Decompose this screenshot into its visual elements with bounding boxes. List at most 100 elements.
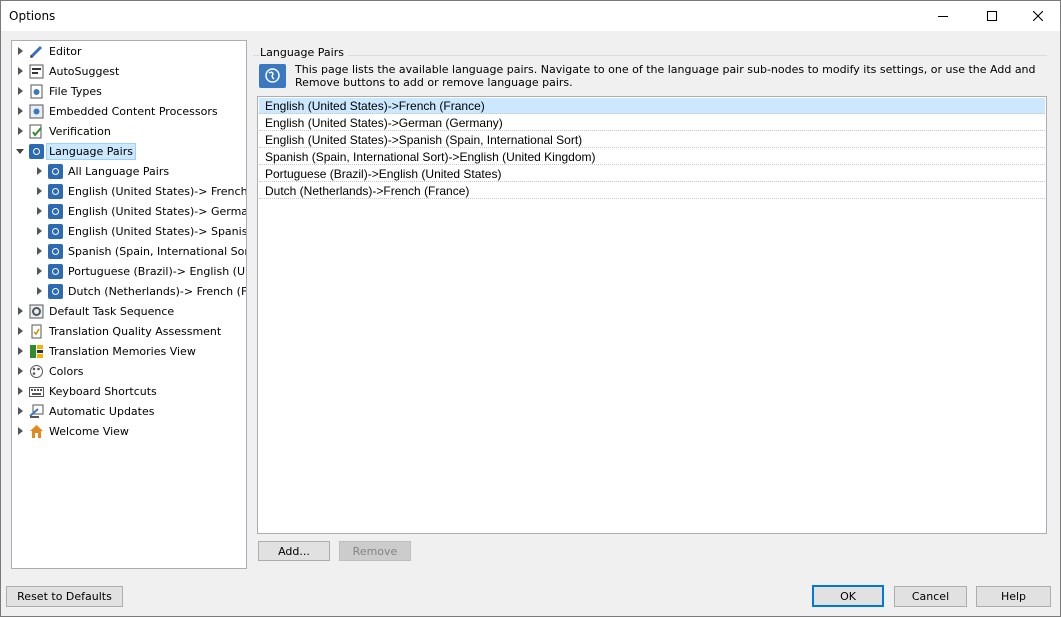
tree-item-welcome-view[interactable]: Welcome View <box>16 421 129 441</box>
expand-arrow-icon[interactable] <box>37 167 42 175</box>
add-button[interactable]: Add... <box>258 541 330 561</box>
tree-item-label: File Types <box>49 84 102 98</box>
language-pair-icon <box>48 283 63 299</box>
expand-arrow-icon[interactable] <box>18 127 23 135</box>
tree-subitem-pt-br-en-us[interactable]: Portuguese (Brazil)-> English (Unit <box>35 261 247 281</box>
task-sequence-icon <box>29 304 44 319</box>
tree-item-translation-quality-assessment[interactable]: Translation Quality Assessment <box>16 321 221 341</box>
title-bar[interactable]: Options <box>1 1 1060 31</box>
tree-item-translation-memories-view[interactable]: Translation Memories View <box>16 341 196 361</box>
expand-arrow-icon[interactable] <box>18 427 23 435</box>
tree-item-default-task-sequence[interactable]: Default Task Sequence <box>16 301 174 321</box>
language-pair-icon <box>48 203 63 219</box>
expand-arrow-icon[interactable] <box>37 287 42 295</box>
help-button[interactable]: Help <box>976 586 1051 607</box>
expand-arrow-icon[interactable] <box>37 187 42 195</box>
options-tree[interactable]: Editor AutoSuggest File Types Embedded C… <box>11 40 247 569</box>
tree-item-colors[interactable]: Colors <box>16 361 83 381</box>
tree-item-automatic-updates[interactable]: Automatic Updates <box>16 401 154 421</box>
language-pair-icon <box>48 163 63 179</box>
tree-subitem-es-es-en-gb[interactable]: Spanish (Spain, International Sort) <box>35 241 247 261</box>
options-dialog: Options Editor AutoSuggest File Types Em… <box>0 0 1061 617</box>
tree-item-label: AutoSuggest <box>49 64 120 78</box>
tree-subitem-label: Dutch (Netherlands)-> French (Fra <box>68 284 247 298</box>
cancel-button[interactable]: Cancel <box>894 586 967 607</box>
tree-subitem-en-us-es-es[interactable]: English (United States)-> Spanish ( <box>35 221 246 241</box>
expand-arrow-icon[interactable] <box>37 267 42 275</box>
pencil-icon <box>29 44 44 59</box>
close-icon <box>1033 11 1043 21</box>
tree-item-label: Colors <box>49 364 84 378</box>
expand-arrow-icon[interactable] <box>18 367 23 375</box>
info-description: This page lists the available language p… <box>295 63 1036 89</box>
expand-arrow-icon[interactable] <box>37 207 42 215</box>
updates-icon <box>29 404 44 419</box>
tree-item-label: Welcome View <box>49 424 129 438</box>
tree-item-autosuggest[interactable]: AutoSuggest <box>16 61 119 81</box>
expand-arrow-icon[interactable] <box>18 67 23 75</box>
expand-arrow-icon[interactable] <box>18 87 23 95</box>
language-pair-icon <box>48 183 63 199</box>
list-item[interactable]: Spanish (Spain, International Sort)->Eng… <box>259 149 1045 165</box>
language-pair-icon <box>48 263 63 279</box>
tree-item-language-pairs[interactable]: Language Pairs <box>16 141 136 161</box>
tree-item-label: Keyboard Shortcuts <box>49 384 157 398</box>
file-types-icon <box>29 84 44 99</box>
expand-arrow-icon[interactable] <box>18 107 23 115</box>
list-item[interactable]: English (United States)->German (Germany… <box>259 115 1045 131</box>
list-item[interactable]: Dutch (Netherlands)->French (France) <box>259 183 1045 199</box>
minimize-icon <box>938 16 948 17</box>
maximize-button[interactable] <box>969 1 1015 31</box>
group-divider <box>253 55 1047 56</box>
tree-item-file-types[interactable]: File Types <box>16 81 102 101</box>
tree-item-label: Editor <box>49 44 82 58</box>
list-item[interactable]: English (United States)->French (France) <box>259 98 1045 114</box>
list-item[interactable]: English (United States)->Spanish (Spain,… <box>259 132 1045 148</box>
expand-arrow-icon[interactable] <box>18 407 23 415</box>
tree-item-keyboard-shortcuts[interactable]: Keyboard Shortcuts <box>16 381 157 401</box>
minimize-button[interactable] <box>920 1 966 31</box>
tree-subitem-en-us-fr-fr[interactable]: English (United States)-> French (F <box>35 181 247 201</box>
tree-subitem-label: English (United States)-> German ( <box>68 204 247 218</box>
tree-item-label: Translation Quality Assessment <box>49 324 222 338</box>
tree-item-editor[interactable]: Editor <box>16 41 82 61</box>
expand-arrow-icon[interactable] <box>37 227 42 235</box>
tree-subitem-label: Spanish (Spain, International Sort) <box>68 244 247 258</box>
reset-to-defaults-button[interactable]: Reset to Defaults <box>6 586 123 607</box>
tree-item-label: Verification <box>49 124 111 138</box>
tree-item-verification[interactable]: Verification <box>16 121 111 141</box>
expand-arrow-icon[interactable] <box>37 247 42 255</box>
tree-item-label: Automatic Updates <box>49 404 155 418</box>
tree-item-label: Language Pairs <box>46 142 136 160</box>
keyboard-icon <box>29 384 44 399</box>
tree-subitem-label: English (United States)-> French (F <box>68 184 247 198</box>
palette-icon <box>29 364 44 379</box>
list-item[interactable]: Portuguese (Brazil)->English (United Sta… <box>259 166 1045 182</box>
remove-button[interactable]: Remove <box>339 541 411 561</box>
language-pair-icon <box>48 243 63 259</box>
expand-arrow-icon[interactable] <box>18 327 23 335</box>
expand-arrow-icon[interactable] <box>18 347 23 355</box>
language-pair-icon <box>29 143 44 159</box>
tree-subitem-label: Portuguese (Brazil)-> English (Unit <box>68 264 247 278</box>
window-title: Options <box>9 9 56 23</box>
quality-assessment-icon <box>29 324 44 339</box>
tree-subitem-all-language-pairs[interactable]: All Language Pairs <box>35 161 169 181</box>
processor-icon <box>29 104 44 119</box>
tree-item-label: Translation Memories View <box>49 344 196 358</box>
language-pairs-list[interactable]: English (United States)->French (France)… <box>257 96 1047 534</box>
tree-subitem-en-us-de-de[interactable]: English (United States)-> German ( <box>35 201 247 221</box>
globe-icon <box>259 64 286 88</box>
tree-subitem-nl-nl-fr-fr[interactable]: Dutch (Netherlands)-> French (Fra <box>35 281 247 301</box>
close-button[interactable] <box>1015 1 1061 31</box>
tree-item-label: Embedded Content Processors <box>49 104 218 118</box>
maximize-icon <box>987 11 997 21</box>
tree-item-embedded-content-processors[interactable]: Embedded Content Processors <box>16 101 218 121</box>
ok-button[interactable]: OK <box>812 585 884 607</box>
expand-arrow-icon[interactable] <box>18 307 23 315</box>
verification-icon <box>29 124 44 139</box>
language-pair-icon <box>48 223 63 239</box>
expand-arrow-icon[interactable] <box>18 47 23 55</box>
expand-arrow-icon[interactable] <box>18 387 23 395</box>
collapse-arrow-icon[interactable] <box>16 148 24 154</box>
